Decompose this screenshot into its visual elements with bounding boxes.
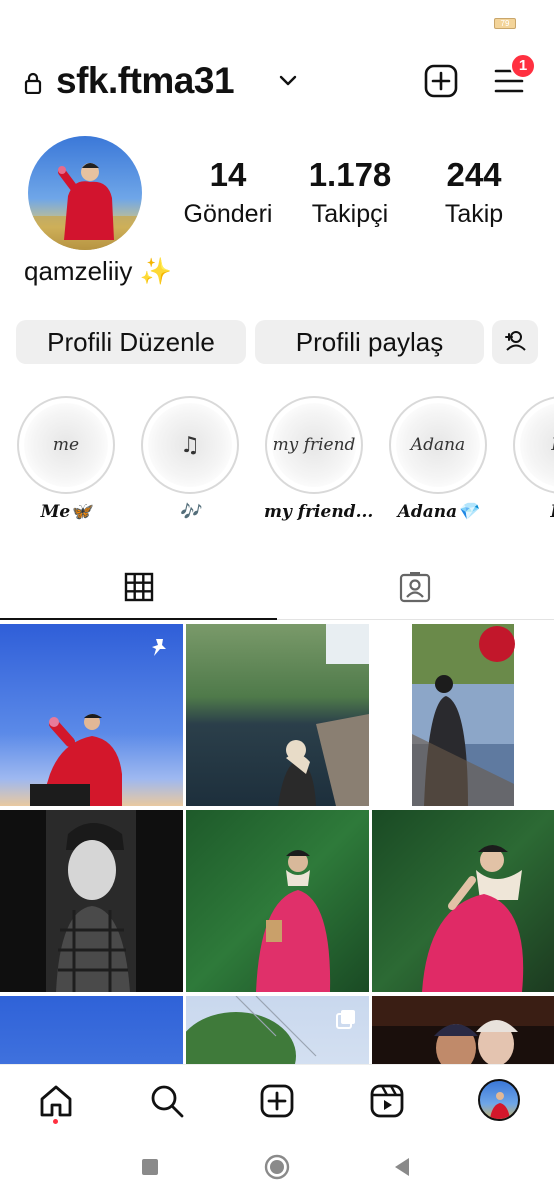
add-person-icon	[505, 331, 526, 351]
notification-badge: 1	[510, 53, 536, 79]
back-icon[interactable]	[393, 1157, 411, 1177]
highlight-label: Lo	[512, 502, 554, 522]
profile-header: sfk.ftma31 1	[0, 52, 554, 112]
followers-count: 1.178	[308, 156, 392, 193]
posts-stat[interactable]: 14 Gönderi	[170, 156, 286, 229]
highlight-item[interactable]: Lo Lo	[512, 396, 554, 522]
highlight-label: 🎶	[179, 502, 201, 522]
reels-icon[interactable]	[369, 1083, 405, 1119]
highlight-cover-text: me	[24, 403, 108, 487]
home-activity-dot	[53, 1119, 58, 1124]
post-thumbnail[interactable]	[0, 624, 183, 806]
post-thumbnail[interactable]	[372, 810, 554, 992]
profile-tab-avatar[interactable]	[478, 1079, 520, 1121]
highlight-label: my friend...	[264, 502, 374, 522]
following-count: 244	[446, 156, 502, 193]
post-thumbnail[interactable]	[186, 810, 369, 992]
highlight-item[interactable]: me Me🦋	[16, 396, 116, 522]
home-button-icon[interactable]	[264, 1154, 290, 1180]
share-profile-button[interactable]: Profili paylaş	[255, 320, 484, 364]
username-switcher[interactable]: sfk.ftma31	[56, 60, 235, 102]
posts-grid	[0, 624, 554, 1064]
highlight-cover: my friend	[265, 396, 363, 494]
profile-avatar[interactable]	[28, 136, 142, 250]
posts-label: Gönderi	[183, 200, 273, 228]
active-tab-indicator	[0, 618, 277, 620]
post-thumbnail[interactable]	[0, 996, 183, 1064]
create-icon[interactable]	[259, 1083, 295, 1119]
following-stat[interactable]: 244 Takip	[424, 156, 524, 229]
recent-apps-icon[interactable]	[141, 1158, 159, 1176]
discover-people-button[interactable]	[492, 320, 538, 364]
following-label: Takip	[444, 200, 504, 228]
highlight-cover-text: my friend	[272, 403, 356, 487]
search-icon[interactable]	[149, 1083, 185, 1119]
highlight-cover: Lo	[513, 396, 554, 494]
bottom-navigation	[0, 1064, 554, 1136]
highlight-cover: ♫	[141, 396, 239, 494]
followers-stat[interactable]: 1.178 Takipçi	[296, 156, 404, 229]
lock-icon	[24, 72, 42, 94]
highlight-cover: me	[17, 396, 115, 494]
create-post-icon[interactable]	[424, 64, 458, 98]
edit-profile-button[interactable]: Profili Düzenle	[16, 320, 246, 364]
pin-icon	[152, 639, 166, 656]
system-navigation-bar	[0, 1140, 554, 1200]
posts-count: 14	[209, 156, 247, 193]
chevron-down-icon[interactable]	[278, 74, 298, 88]
home-icon[interactable]	[38, 1083, 74, 1119]
post-thumbnail[interactable]	[372, 996, 554, 1064]
post-thumbnail[interactable]	[0, 810, 183, 992]
highlight-label: Me🦋	[40, 502, 92, 522]
highlight-item[interactable]: ♫ 🎶	[140, 396, 240, 522]
multiple-photos-icon	[336, 1010, 355, 1029]
story-highlights: me Me🦋 ♫ 🎶 my friend my friend... Adana …	[0, 396, 554, 536]
highlight-label: Adana💎	[397, 502, 479, 522]
post-thumbnail[interactable]	[372, 624, 554, 806]
followers-label: Takipçi	[311, 200, 389, 228]
highlight-cover-text: ♫	[148, 403, 232, 487]
post-thumbnail[interactable]	[186, 996, 369, 1064]
tagged-person-icon	[399, 572, 431, 603]
battery-indicator: 79	[494, 18, 516, 29]
highlight-cover: Adana	[389, 396, 487, 494]
display-name: qamzeliiy ✨	[24, 256, 172, 286]
tab-posts-grid[interactable]	[0, 556, 277, 620]
highlight-cover-text: Adana	[396, 403, 480, 487]
highlight-item[interactable]: my friend my friend...	[264, 396, 374, 522]
profile-tabs	[0, 556, 554, 620]
grid-icon	[124, 572, 154, 602]
post-thumbnail[interactable]	[186, 624, 369, 806]
tab-tagged[interactable]	[277, 556, 554, 620]
highlight-item[interactable]: Adana Adana💎	[388, 396, 488, 522]
highlight-cover-text: Lo	[520, 403, 554, 487]
